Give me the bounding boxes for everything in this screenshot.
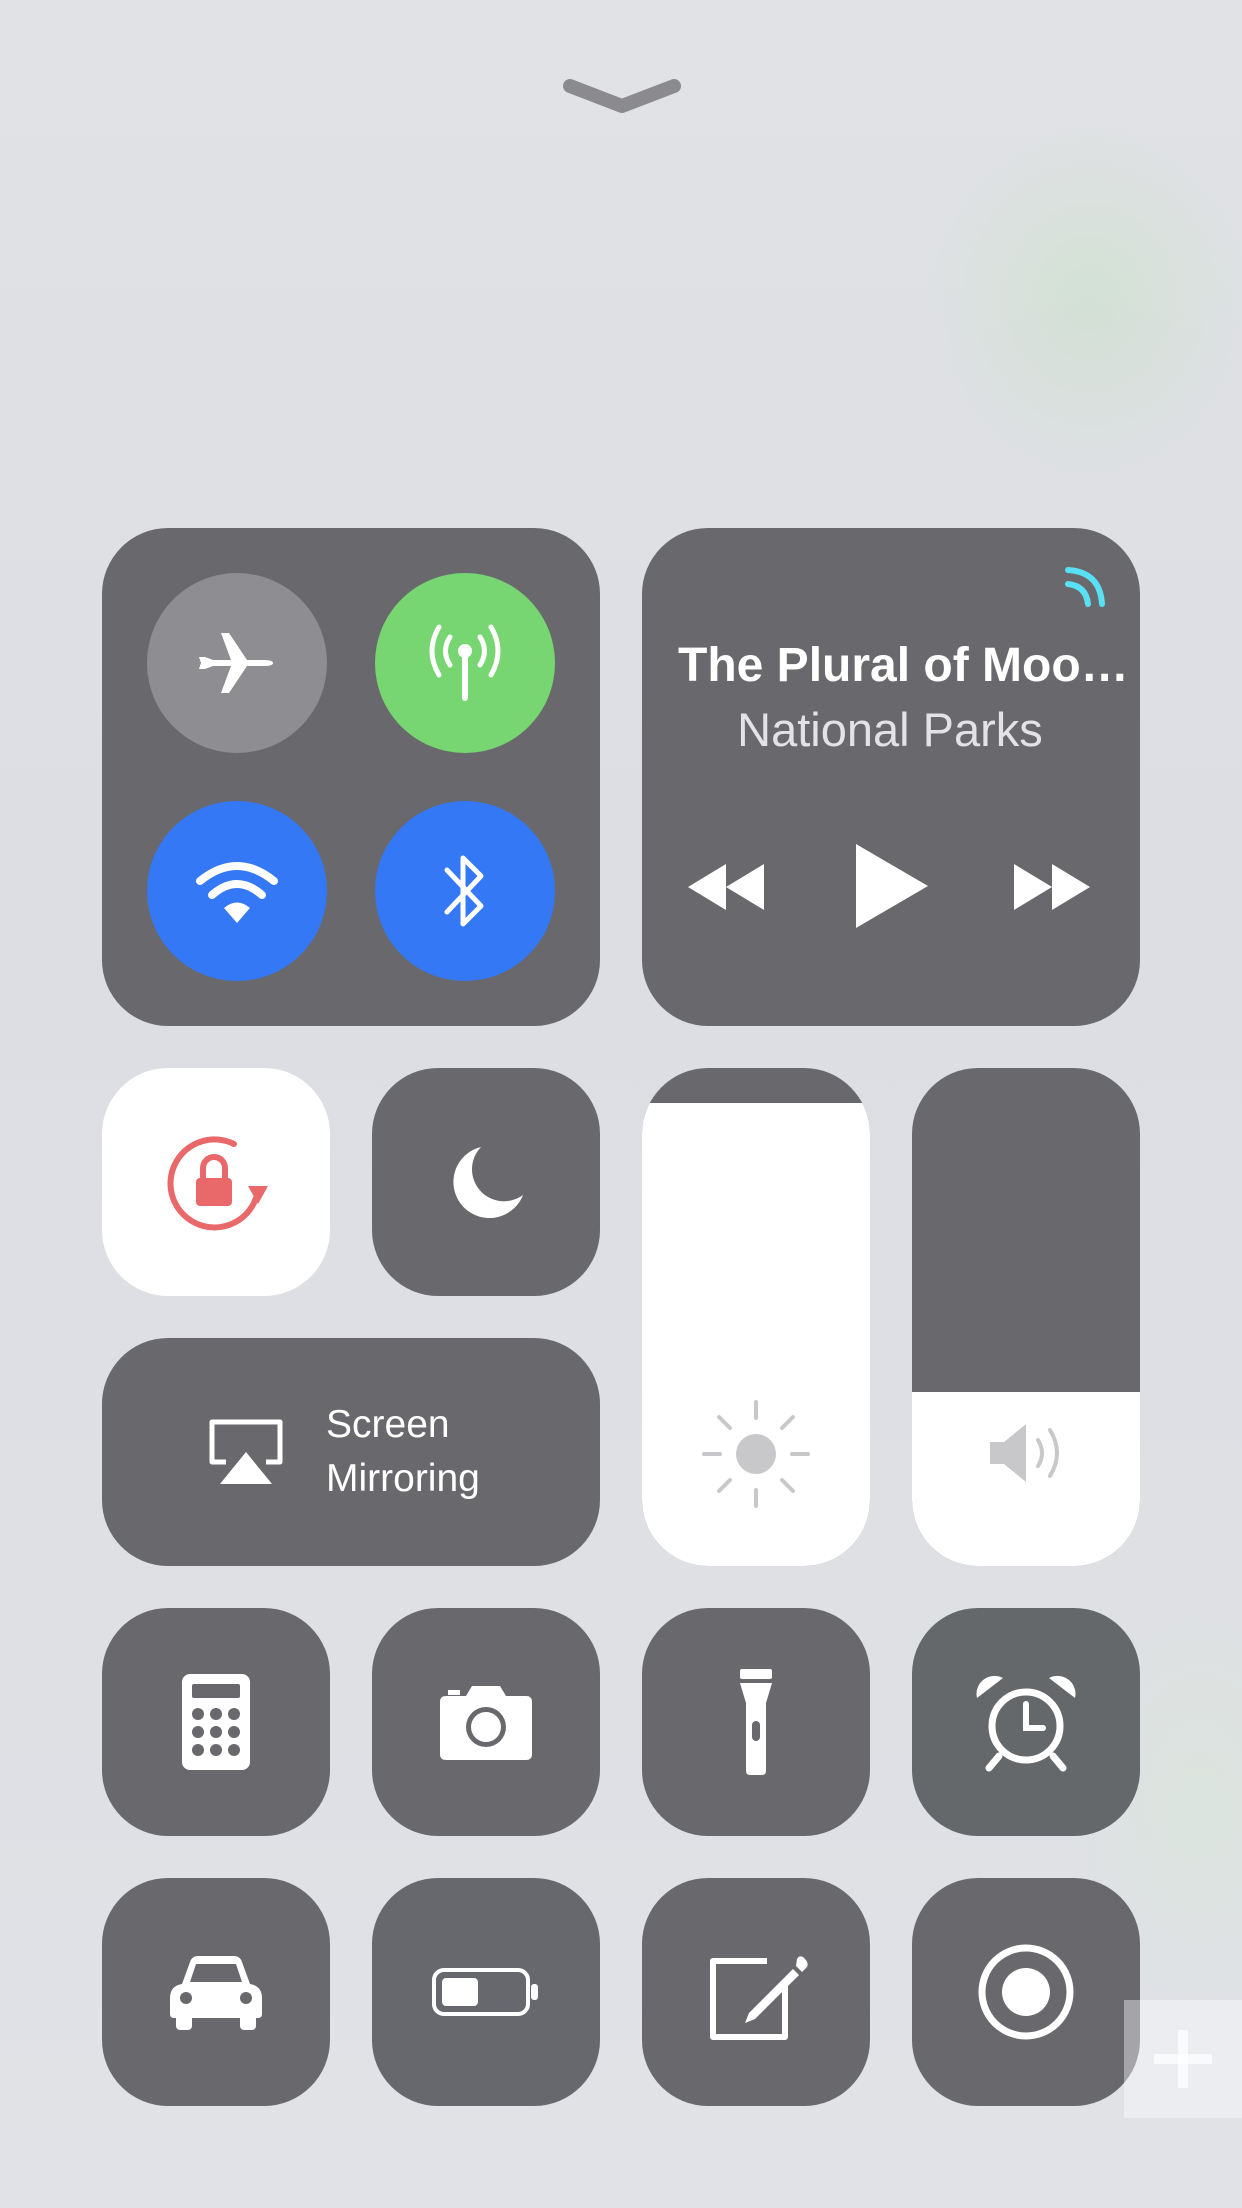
screen-mirroring-line1: Screen xyxy=(326,1403,450,1446)
bluetooth-toggle[interactable] xyxy=(375,801,555,981)
rewind-button[interactable] xyxy=(686,860,766,914)
dismiss-handle[interactable] xyxy=(560,70,684,120)
fast-forward-icon xyxy=(1014,864,1090,910)
notes-button[interactable] xyxy=(642,1878,870,2106)
connectivity-panel xyxy=(102,528,600,1026)
airplane-icon xyxy=(199,633,273,693)
camera-button[interactable] xyxy=(372,1608,600,1836)
low-power-battery-icon xyxy=(432,1968,538,2016)
moon-icon xyxy=(453,1147,523,1218)
play-button[interactable] xyxy=(852,842,932,930)
plus-icon xyxy=(1154,2030,1212,2088)
wifi-icon xyxy=(196,862,278,923)
screen-record-icon xyxy=(978,1944,1074,2040)
fast-forward-button[interactable] xyxy=(1012,860,1092,914)
brightness-slider[interactable] xyxy=(642,1068,870,1566)
flashlight-button[interactable] xyxy=(642,1608,870,1836)
airplay-audio-icon xyxy=(1065,567,1105,607)
screen-recording-button[interactable] xyxy=(912,1878,1140,2106)
bluetooth-icon xyxy=(444,855,484,927)
volume-slider[interactable] xyxy=(912,1068,1140,1566)
flashlight-icon xyxy=(740,1669,772,1775)
camera-icon xyxy=(440,1686,532,1760)
notes-icon xyxy=(710,1956,808,2040)
corner-watermark xyxy=(1124,2000,1242,2118)
calculator-icon xyxy=(182,1674,250,1770)
carplay-driving-button[interactable] xyxy=(102,1878,330,2106)
cellular-data-toggle[interactable] xyxy=(375,573,555,753)
now-playing-title: The Plural of Moo… xyxy=(678,639,1129,692)
speaker-icon xyxy=(990,1424,1059,1482)
alarm-clock-icon xyxy=(976,1675,1076,1772)
car-icon xyxy=(170,1956,262,2030)
airplay-audio-button[interactable] xyxy=(1060,552,1120,612)
antenna-icon xyxy=(429,624,501,701)
low-power-mode-button[interactable] xyxy=(372,1878,600,2106)
screen-mirroring-line2: Mirroring xyxy=(326,1457,480,1500)
sun-icon xyxy=(702,1400,810,1508)
airplane-mode-toggle[interactable] xyxy=(147,573,327,753)
do-not-disturb-toggle[interactable] xyxy=(372,1068,600,1296)
rotation-lock-icon xyxy=(167,1136,268,1231)
chevron-down-icon xyxy=(563,79,681,113)
rewind-icon xyxy=(688,864,764,910)
play-icon xyxy=(856,844,928,928)
wifi-toggle[interactable] xyxy=(147,801,327,981)
alarm-clock-button[interactable] xyxy=(912,1608,1140,1836)
orientation-lock-toggle[interactable] xyxy=(102,1068,330,1296)
screen-mirroring-label: Screen Mirroring xyxy=(326,1398,480,1506)
calculator-button[interactable] xyxy=(102,1608,330,1836)
airplay-screen-icon xyxy=(209,1419,283,1484)
now-playing-artist: National Parks xyxy=(737,703,1043,756)
